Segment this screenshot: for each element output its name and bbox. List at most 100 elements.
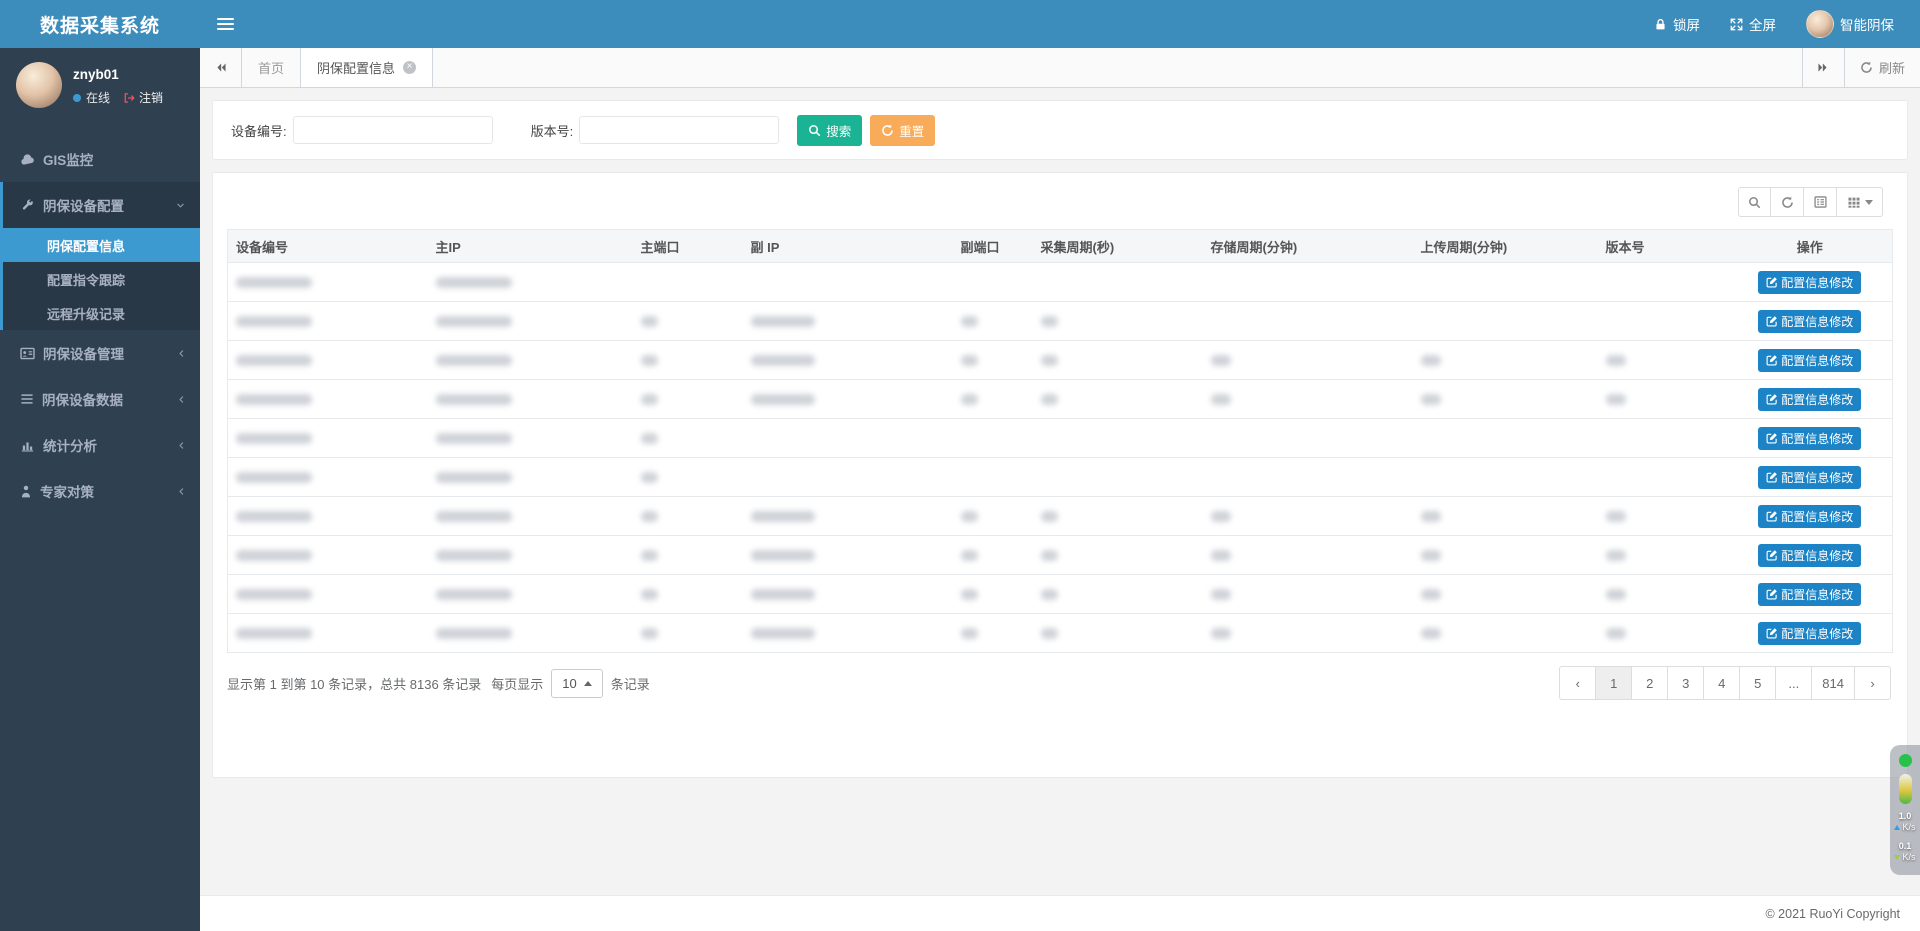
sidebar-item-label: 阴保设备数据 (42, 389, 123, 409)
caret-down-icon (1865, 200, 1873, 205)
page-prev-button[interactable]: ‹ (1559, 666, 1596, 700)
column-header: 上传周期(分钟) (1413, 230, 1598, 263)
page-size-dropdown[interactable]: 10 (551, 669, 602, 698)
page-button-5[interactable]: 5 (1739, 666, 1776, 700)
sidebar-toggle-button[interactable] (200, 0, 250, 48)
table-cell (428, 341, 633, 380)
page-button-814[interactable]: 814 (1811, 666, 1855, 700)
column-header: 主端口 (633, 230, 743, 263)
refresh-label: 刷新 (1879, 58, 1905, 77)
redacted-cell-value (641, 355, 658, 366)
device-number-label: 设备编号: (231, 121, 287, 140)
table-row: 配置信息修改 (228, 458, 1893, 497)
page-next-button[interactable]: › (1854, 666, 1891, 700)
sidebar-item-expert-advice[interactable]: 专家对策 (0, 468, 200, 514)
sidebar-item-device-data[interactable]: 阴保设备数据 (0, 376, 200, 422)
page-ellipsis[interactable]: ... (1775, 666, 1812, 700)
edit-config-button[interactable]: 配置信息修改 (1758, 310, 1861, 333)
redacted-cell-value (1211, 355, 1231, 366)
pagination-info: 显示第 1 到第 10 条记录，总共 8136 条记录 (227, 674, 481, 693)
tabs-scroll-right-button[interactable] (1802, 48, 1844, 87)
reset-button[interactable]: 重置 (870, 115, 935, 146)
edit-config-button[interactable]: 配置信息修改 (1758, 427, 1861, 450)
refresh-tab-button[interactable]: 刷新 (1844, 48, 1920, 87)
sidebar-item-command-trace[interactable]: 配置指令跟踪 (3, 262, 200, 296)
device-number-input[interactable] (293, 116, 493, 144)
table-cell (228, 302, 428, 341)
version-label: 版本号: (531, 121, 574, 140)
table-cell (743, 575, 953, 614)
redacted-cell-value (1041, 511, 1058, 522)
table-cell (633, 302, 743, 341)
redacted-cell-value (1606, 550, 1626, 561)
table-columns-button[interactable] (1837, 187, 1883, 217)
redacted-cell-value (436, 589, 512, 600)
table-row: 配置信息修改 (228, 302, 1893, 341)
sidebar-item-gis-monitor[interactable]: GIS监控 (0, 136, 200, 182)
columns-grid-icon (1847, 196, 1861, 209)
sidebar-item-remote-upgrade[interactable]: 远程升级记录 (3, 296, 200, 330)
table-cell (1413, 341, 1598, 380)
page-button-3[interactable]: 3 (1667, 666, 1704, 700)
main-area: 首页阴保配置信息× 刷新 设备编号: 版本号: 搜索 重置 (200, 48, 1920, 931)
table-cell (1033, 302, 1203, 341)
close-icon[interactable]: × (403, 61, 416, 74)
net-speed-widget[interactable]: 1.0 K/s 0.1 K/s (1890, 745, 1920, 875)
redacted-cell-value (961, 589, 978, 600)
edit-config-button[interactable]: 配置信息修改 (1758, 544, 1861, 567)
table-row: 配置信息修改 (228, 536, 1893, 575)
fullscreen-button[interactable]: 全屏 (1730, 14, 1776, 34)
table-detail-view-button[interactable] (1804, 187, 1837, 217)
user-menu[interactable]: 智能阴保 (1806, 10, 1894, 38)
table-cell (743, 263, 953, 302)
table-cell (228, 458, 428, 497)
table-refresh-button[interactable] (1771, 187, 1804, 217)
redacted-cell-value (961, 316, 978, 327)
edit-config-label: 配置信息修改 (1781, 274, 1853, 291)
sidebar-item-label: 阴保设备管理 (43, 343, 124, 363)
column-header: 操作 (1728, 230, 1893, 263)
logout-button[interactable]: 注销 (123, 89, 163, 106)
edit-config-button[interactable]: 配置信息修改 (1758, 271, 1861, 294)
redacted-cell-value (961, 394, 978, 405)
app-logo[interactable]: 数据采集系统 (0, 0, 200, 48)
reset-button-label: 重置 (899, 121, 924, 140)
edit-config-button[interactable]: 配置信息修改 (1758, 622, 1861, 645)
edit-config-button[interactable]: 配置信息修改 (1758, 583, 1861, 606)
page-button-2[interactable]: 2 (1631, 666, 1668, 700)
edit-icon (1766, 549, 1778, 561)
edit-config-label: 配置信息修改 (1781, 469, 1853, 486)
tab-home[interactable]: 首页 (242, 48, 301, 87)
logout-label: 注销 (139, 89, 163, 106)
tabs-scroll-left-button[interactable] (200, 48, 242, 87)
table-cell (1598, 302, 1728, 341)
table-cell (1033, 536, 1203, 575)
upload-speed-value: 1.0 (1894, 811, 1915, 822)
table-cell (428, 614, 633, 653)
edit-config-button[interactable]: 配置信息修改 (1758, 505, 1861, 528)
edit-config-button[interactable]: 配置信息修改 (1758, 349, 1861, 372)
table-cell (1203, 575, 1413, 614)
sidebar-item-config-info[interactable]: 阴保配置信息 (3, 228, 200, 262)
tab-config-info[interactable]: 阴保配置信息× (301, 48, 433, 87)
table-search-toggle-button[interactable] (1738, 187, 1771, 217)
table-row: 配置信息修改 (228, 263, 1893, 302)
page-button-1[interactable]: 1 (1595, 666, 1632, 700)
table-cell (1598, 536, 1728, 575)
redacted-cell-value (751, 355, 815, 366)
lock-screen-button[interactable]: 锁屏 (1654, 14, 1700, 34)
chevron-left-icon (177, 394, 186, 405)
redacted-cell-value (1421, 355, 1441, 366)
table-cell (953, 380, 1033, 419)
redacted-cell-value (1041, 628, 1058, 639)
version-input[interactable] (579, 116, 779, 144)
page-button-4[interactable]: 4 (1703, 666, 1740, 700)
sidebar-item-device-config[interactable]: 阴保设备配置 (3, 182, 200, 228)
edit-config-button[interactable]: 配置信息修改 (1758, 388, 1861, 411)
sidebar-item-device-manage[interactable]: 阴保设备管理 (0, 330, 200, 376)
edit-config-button[interactable]: 配置信息修改 (1758, 466, 1861, 489)
table-cell (1413, 419, 1598, 458)
table-cell (633, 341, 743, 380)
search-button[interactable]: 搜索 (797, 115, 862, 146)
sidebar-item-stats-analysis[interactable]: 统计分析 (0, 422, 200, 468)
